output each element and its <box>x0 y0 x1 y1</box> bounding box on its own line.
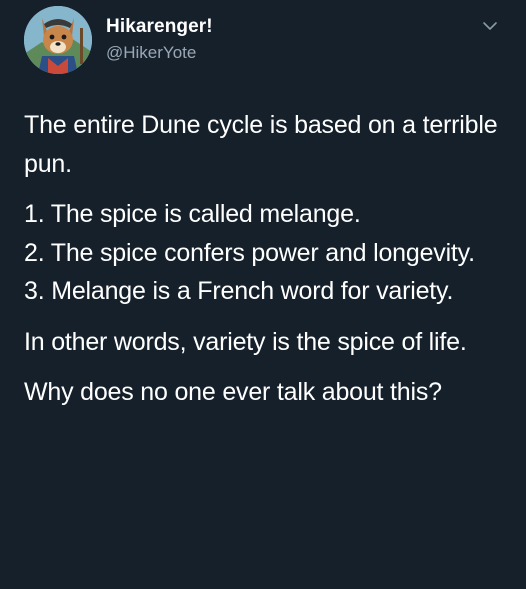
avatar[interactable] <box>24 6 92 74</box>
chevron-down-icon[interactable] <box>480 16 500 36</box>
tweet-paragraph-intro: The entire Dune cycle is based on a terr… <box>24 111 498 178</box>
user-handle[interactable]: @HikerYote <box>106 41 213 65</box>
display-name[interactable]: Hikarenger! <box>106 16 213 38</box>
tweet-author: Hikarenger! @HikerYote <box>106 16 213 65</box>
list-item: 2. The spice confers power and longevity… <box>24 238 475 267</box>
coyote-avatar-icon <box>24 6 92 74</box>
tweet-list: 1. The spice is called melange. 2. The s… <box>24 195 514 311</box>
tweet-paragraph-question: Why does no one ever talk about this? <box>24 378 442 406</box>
list-item: 1. The spice is called melange. <box>24 200 361 228</box>
list-item: 3. Melange is a French word for variety. <box>24 277 454 305</box>
tweet-text: The entire Dune cycle is based on a terr… <box>24 106 514 412</box>
tweet-card: Hikarenger! @HikerYote The entire Dune c… <box>0 0 526 589</box>
tweet-paragraph-conclusion: In other words, variety is the spice of … <box>24 327 467 356</box>
tweet-header: Hikarenger! @HikerYote <box>24 6 502 76</box>
